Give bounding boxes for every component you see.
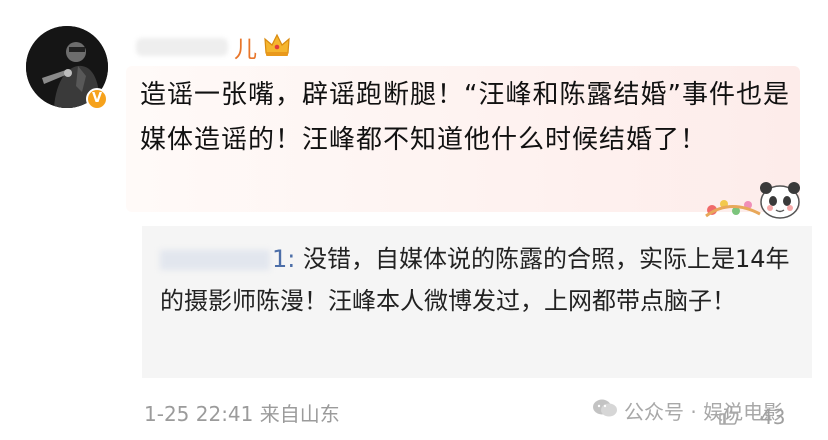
verified-badge-icon: V	[86, 88, 108, 110]
comment-text: 造谣一张嘴，辟谣跑断腿！“汪峰和陈露结婚”事件也是媒体造谣的！汪峰都不知道他什么…	[140, 80, 790, 155]
like-count: 43	[760, 405, 786, 429]
comment-meta: 1-25 22:41 来自山东	[144, 398, 340, 427]
reply-text-block: 1: 没错，自媒体说的陈露的合照，实际上是14年的摄影师陈漫！汪峰本人微博发过，…	[160, 238, 800, 322]
location: 来自山东	[259, 402, 340, 426]
timestamp: 1-25 22:41	[144, 402, 254, 426]
panda-sticker-icon	[700, 168, 804, 226]
like-thumb-icon	[716, 403, 740, 431]
like-control[interactable]: 43	[716, 399, 828, 435]
wechat-icon	[592, 398, 618, 423]
reply-author[interactable]: 1:	[272, 245, 295, 273]
crown-icon	[263, 32, 291, 62]
username[interactable]: 儿	[234, 30, 257, 64]
blurred-username	[136, 38, 228, 56]
username-row: 儿	[136, 30, 291, 64]
verified-badge-letter: V	[91, 91, 103, 106]
blurred-reply-author	[160, 250, 270, 270]
